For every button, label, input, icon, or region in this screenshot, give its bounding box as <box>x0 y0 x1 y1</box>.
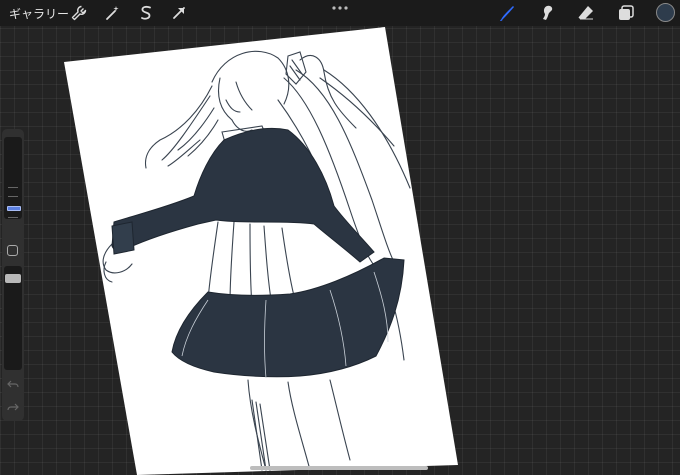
size-tick <box>8 217 18 218</box>
modify-button[interactable] <box>7 245 18 256</box>
canvas-artwork[interactable] <box>0 0 680 475</box>
left-sidebar <box>2 129 24 421</box>
smudge-icon[interactable] <box>537 3 557 23</box>
size-tick <box>8 196 18 197</box>
more-options-icon[interactable] <box>331 5 349 11</box>
top-toolbar: ギャラリー <box>0 0 680 26</box>
size-tick <box>8 187 18 188</box>
transform-arrow-icon[interactable] <box>170 4 188 22</box>
eraser-icon[interactable] <box>576 3 596 23</box>
brush-icon[interactable] <box>497 3 517 23</box>
opacity-knob[interactable] <box>5 274 21 283</box>
undo-icon[interactable] <box>7 379 19 389</box>
wrench-icon[interactable] <box>70 4 88 22</box>
magic-wand-icon[interactable] <box>104 4 122 22</box>
opacity-slider[interactable] <box>4 266 22 370</box>
redo-icon[interactable] <box>7 402 19 412</box>
brush-size-slider[interactable] <box>4 137 22 219</box>
brush-size-knob[interactable] <box>7 206 21 211</box>
selection-icon[interactable] <box>137 4 155 22</box>
home-indicator[interactable] <box>250 466 428 470</box>
layers-icon[interactable] <box>616 3 636 23</box>
color-picker-swatch[interactable] <box>656 3 675 22</box>
gallery-button[interactable]: ギャラリー <box>9 5 69 22</box>
